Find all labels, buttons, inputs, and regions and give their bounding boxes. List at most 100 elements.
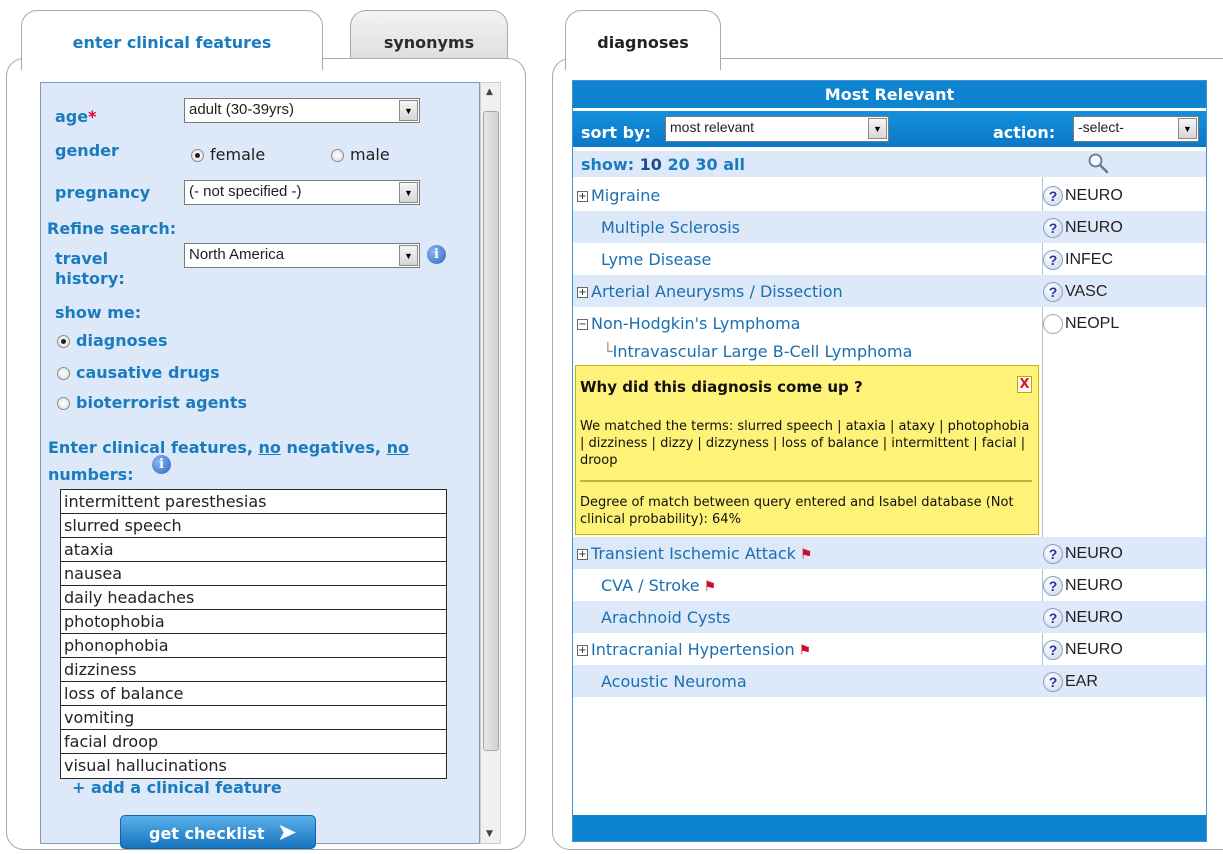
chevron-down-icon[interactable]: ▼ [868, 118, 887, 139]
feature-item[interactable]: dizziness [61, 658, 446, 682]
diagnosis-link[interactable]: Arachnoid Cysts [601, 608, 730, 627]
radio-selected-icon[interactable] [191, 149, 204, 162]
radio-unselected-icon[interactable] [57, 367, 70, 380]
specialty-label: NEURO [1065, 545, 1123, 563]
specialty-label: EAR [1065, 673, 1098, 691]
chevron-down-icon[interactable]: ▼ [399, 100, 418, 121]
show-10-link[interactable]: 10 [640, 155, 662, 174]
sort-by-select[interactable]: most relevant ▼ [665, 116, 889, 142]
tab-diagnoses[interactable]: diagnoses [565, 10, 721, 70]
feature-item[interactable]: slurred speech [61, 514, 446, 538]
red-flag-icon: ⚑ [703, 579, 717, 595]
diagnosis-row[interactable]: Multiple Sclerosis ? NEURO [573, 211, 1206, 243]
plus-box-icon[interactable]: + [577, 645, 588, 656]
scroll-thumb[interactable] [483, 111, 499, 751]
radio-unselected-icon[interactable] [57, 397, 70, 410]
diagnosis-row[interactable]: + Transient Ischemic Attack ⚑ ? NEURO [573, 537, 1206, 569]
sub-diagnosis[interactable]: └Intravascular Large B-Cell Lymphoma [603, 342, 912, 361]
question-icon[interactable]: ? [1043, 544, 1063, 564]
show-all-link[interactable]: all [723, 155, 745, 174]
diagnosis-row[interactable]: Lyme Disease ? INFEC [573, 243, 1206, 275]
diagnosis-row[interactable]: + Arterial Aneurysms / Dissection ? VASC [573, 275, 1206, 307]
radio-unselected-icon[interactable] [331, 149, 344, 162]
feature-item[interactable]: intermittent paresthesias [61, 490, 446, 514]
info-icon[interactable]: i [427, 245, 446, 264]
gender-female-radio[interactable]: female [191, 145, 265, 164]
match-degree: Degree of match between query entered an… [580, 495, 1014, 527]
diagnosis-link[interactable]: Multiple Sclerosis [601, 218, 740, 237]
show-bioterrorist-agents-radio[interactable]: bioterrorist agents [57, 393, 247, 412]
diagnosis-link[interactable]: CVA / Stroke [601, 576, 700, 595]
form-scrollbar[interactable]: ▲ ▼ [480, 82, 501, 844]
feature-item[interactable]: phonophobia [61, 634, 446, 658]
red-flag-icon: ⚑ [799, 547, 813, 563]
get-checklist-button[interactable]: get checklist ➤ [120, 815, 316, 849]
show-20-link[interactable]: 20 [668, 155, 690, 174]
divider [580, 480, 1032, 482]
travel-history-label: travel history: [55, 249, 125, 288]
age-select[interactable]: adult (30-39yrs) ▼ [184, 98, 420, 123]
radio-selected-icon[interactable] [57, 335, 70, 348]
show-causative-drugs-radio[interactable]: causative drugs [57, 363, 220, 382]
question-icon[interactable]: ? [1043, 608, 1063, 628]
diagnosis-link[interactable]: Migraine [591, 186, 660, 205]
question-icon[interactable]: ? [1043, 282, 1063, 302]
diagnosis-row[interactable]: CVA / Stroke ⚑ ? NEURO [573, 569, 1206, 601]
chevron-down-icon[interactable]: ▼ [1178, 118, 1197, 139]
close-icon[interactable]: X [1017, 376, 1032, 393]
refine-search-label: Refine search: [47, 219, 177, 238]
diagnosis-row[interactable]: + Migraine ? NEURO [573, 179, 1206, 211]
sort-bar: sort by: most relevant ▼ action: -select… [573, 111, 1206, 147]
circle-icon[interactable]: ? [1043, 314, 1063, 334]
action-select[interactable]: -select- ▼ [1073, 116, 1199, 142]
diagnosis-row[interactable]: + Intracranial Hypertension ⚑ ? NEURO [573, 633, 1206, 665]
travel-history-select[interactable]: North America ▼ [184, 243, 420, 268]
specialty-label: NEURO [1065, 641, 1123, 659]
info-icon[interactable]: i [152, 455, 171, 474]
tree-connector-icon: └ [603, 342, 613, 361]
diagnosis-link[interactable]: Non-Hodgkin's Lymphoma [591, 314, 800, 333]
action-label: action: [993, 123, 1056, 142]
minus-box-icon[interactable]: − [577, 319, 588, 330]
diagnosis-link[interactable]: Acoustic Neuroma [601, 672, 747, 691]
search-icon[interactable] [1087, 152, 1109, 174]
feature-item[interactable]: ataxia [61, 538, 446, 562]
chevron-down-icon[interactable]: ▼ [399, 182, 418, 203]
question-icon[interactable]: ? [1043, 672, 1063, 692]
show-30-link[interactable]: 30 [695, 155, 717, 174]
specialty-label: NEURO [1065, 219, 1123, 237]
plus-box-icon[interactable]: + [577, 287, 588, 298]
question-icon[interactable]: ? [1043, 640, 1063, 660]
diagnosis-link[interactable]: Intracranial Hypertension [591, 640, 795, 659]
question-icon[interactable]: ? [1043, 186, 1063, 206]
add-clinical-feature-link[interactable]: + add a clinical feature [72, 778, 282, 797]
pregnancy-select[interactable]: (- not specified -) ▼ [184, 180, 420, 205]
feature-item[interactable]: loss of balance [61, 682, 446, 706]
question-icon[interactable]: ? [1043, 250, 1063, 270]
gender-male-radio[interactable]: male [331, 145, 390, 164]
feature-item[interactable]: facial droop [61, 730, 446, 754]
chevron-down-icon[interactable]: ▼ [399, 245, 418, 266]
feature-item[interactable]: vomiting [61, 706, 446, 730]
results-footer-bar [573, 815, 1206, 841]
diagnosis-link[interactable]: Arterial Aneurysms / Dissection [591, 282, 843, 301]
feature-item[interactable]: visual hallucinations [61, 754, 446, 778]
feature-item[interactable]: nausea [61, 562, 446, 586]
scroll-up-icon[interactable]: ▲ [486, 87, 493, 97]
feature-item[interactable]: daily headaches [61, 586, 446, 610]
question-icon[interactable]: ? [1043, 218, 1063, 238]
show-diagnoses-radio[interactable]: diagnoses [57, 331, 167, 350]
sort-by-label: sort by: [581, 123, 651, 142]
diagnosis-link[interactable]: Transient Ischemic Attack [591, 544, 796, 563]
diagnosis-row[interactable]: −Non-Hodgkin's Lymphoma ?NEOPL └Intravas… [573, 307, 1206, 367]
plus-box-icon[interactable]: + [577, 191, 588, 202]
feature-item[interactable]: photophobia [61, 610, 446, 634]
tab-enter-clinical-features[interactable]: enter clinical features [21, 10, 323, 70]
question-icon[interactable]: ? [1043, 576, 1063, 596]
plus-box-icon[interactable]: + [577, 549, 588, 560]
diagnosis-link[interactable]: Lyme Disease [601, 250, 711, 269]
clinical-features-label: Enter clinical features, no negatives, n… [48, 438, 409, 484]
scroll-down-icon[interactable]: ▼ [486, 829, 493, 839]
diagnosis-row[interactable]: Arachnoid Cysts ? NEURO [573, 601, 1206, 633]
diagnosis-row[interactable]: Acoustic Neuroma ? EAR [573, 665, 1206, 697]
